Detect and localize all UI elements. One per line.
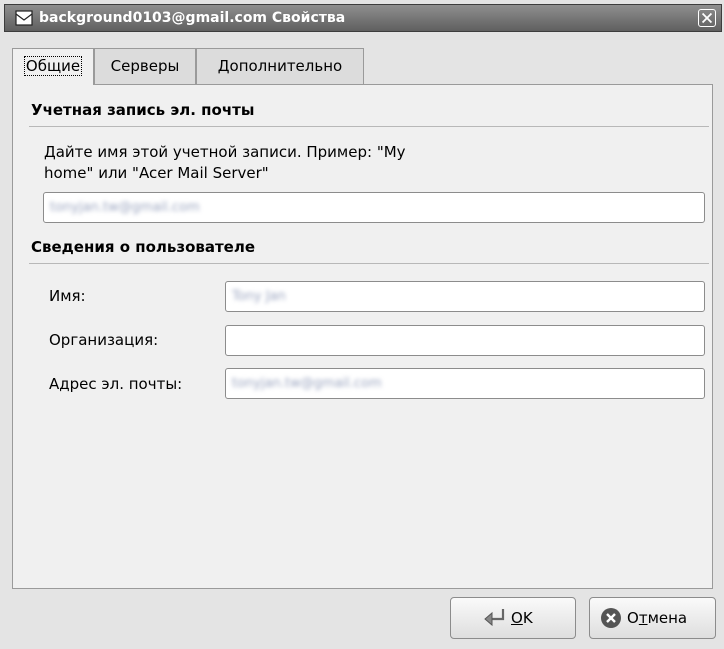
name-label: Имя: bbox=[49, 287, 86, 305]
account-hint-line1: Дайте имя этой учетной записи. Пример: "… bbox=[44, 143, 406, 161]
name-field[interactable]: Tony Jan bbox=[225, 281, 705, 312]
window-title: background0103@gmail.com Свойства bbox=[39, 10, 346, 26]
ok-button[interactable]: OK bbox=[450, 597, 576, 639]
account-section-title: Учетная запись эл. почты bbox=[31, 101, 255, 119]
title-bar: background0103@gmail.com Свойства bbox=[4, 4, 722, 32]
tab-panel-general: Учетная запись эл. почты Дайте имя этой … bbox=[12, 84, 713, 589]
cancel-circle-icon bbox=[601, 608, 621, 628]
close-icon[interactable] bbox=[698, 9, 716, 27]
account-section-divider bbox=[29, 126, 709, 127]
mail-envelope-icon bbox=[15, 10, 33, 26]
account-name-field[interactable]: tonyjan.tw@gmail.com bbox=[43, 192, 705, 223]
email-field[interactable]: tonyjan.tw@gmail.com bbox=[225, 368, 705, 399]
email-label: Адрес эл. почты: bbox=[49, 375, 183, 393]
user-section-title: Сведения о пользователе bbox=[31, 238, 256, 256]
user-section-divider bbox=[29, 263, 709, 264]
email-value: tonyjan.tw@gmail.com bbox=[232, 376, 382, 391]
ok-label: OK bbox=[511, 609, 533, 627]
account-hint: Дайте имя этой учетной записи. Пример: "… bbox=[44, 142, 406, 184]
account-name-value: tonyjan.tw@gmail.com bbox=[50, 200, 200, 215]
organization-field[interactable] bbox=[225, 325, 705, 356]
tab-advanced-label: Дополнительно bbox=[217, 57, 343, 75]
tab-servers-label: Серверы bbox=[110, 57, 180, 75]
account-hint-line2: home" или "Acer Mail Server" bbox=[44, 164, 269, 182]
cancel-button[interactable]: Отмена bbox=[589, 597, 716, 639]
cancel-label: Отмена bbox=[627, 609, 688, 627]
name-value: Tony Jan bbox=[232, 289, 286, 304]
organization-label: Организация: bbox=[49, 331, 159, 349]
enter-arrow-icon bbox=[484, 609, 505, 627]
tab-servers[interactable]: Серверы bbox=[94, 48, 196, 84]
tab-general[interactable]: Общие bbox=[12, 48, 94, 85]
tab-general-label: Общие bbox=[23, 56, 83, 76]
tab-advanced[interactable]: Дополнительно bbox=[196, 48, 364, 84]
